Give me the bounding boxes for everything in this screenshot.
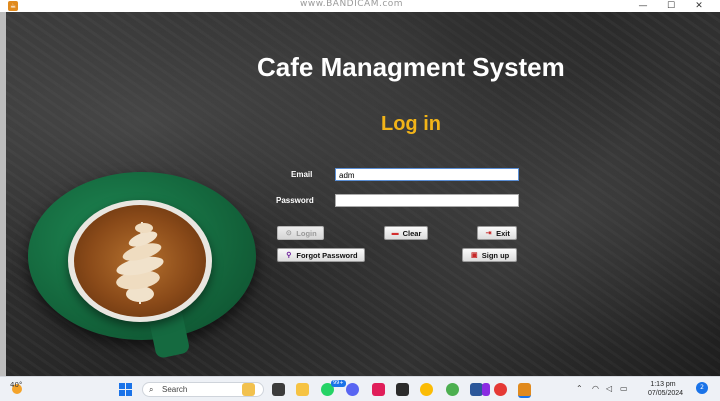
taskbar-time: 1:13 pm	[650, 381, 676, 388]
intellij-icon[interactable]	[482, 383, 490, 396]
notification-badge[interactable]: 2	[696, 382, 708, 394]
app-title: Cafe Managment System	[257, 52, 565, 82]
magnifier-icon: ⚲	[286, 251, 292, 259]
exit-button[interactable]: ⇥ Exit	[477, 226, 517, 240]
whatsapp-badge: 99+	[331, 380, 346, 387]
window-border	[0, 12, 6, 376]
login-button-label: Login	[296, 228, 317, 238]
tray-chevron-icon[interactable]: ⌃	[576, 384, 583, 393]
forgot-password-button[interactable]: ⚲ Forgot Password	[277, 248, 365, 262]
vscode-icon[interactable]	[446, 383, 459, 396]
record-icon[interactable]	[494, 383, 507, 396]
java-app-icon[interactable]	[518, 383, 531, 398]
maximize-button[interactable]: ☐	[658, 0, 684, 12]
task-view-icon[interactable]	[272, 383, 285, 396]
exit-button-label: Exit	[496, 228, 510, 238]
password-field[interactable]	[335, 194, 519, 207]
password-label: Password	[276, 196, 314, 205]
chrome-icon[interactable]	[420, 383, 433, 396]
search-icon: ⌕	[149, 385, 154, 394]
terminal-icon[interactable]	[396, 383, 409, 396]
taskbar: 40° ⌕ Search 99+ ⌃ ◠ ◁ ▭ 1:13 pm 07/05/2…	[0, 376, 720, 401]
search-placeholder: Search	[162, 385, 188, 394]
minimize-button[interactable]: —	[630, 0, 656, 12]
login-button[interactable]: ⊙ Login	[277, 226, 324, 240]
windows-start-icon[interactable]	[119, 383, 132, 396]
latte-art-leaf-icon	[116, 221, 164, 305]
clear-button-label: Clear	[402, 228, 422, 238]
email-field[interactable]: adm	[335, 168, 519, 181]
discord-icon[interactable]	[346, 383, 359, 396]
clear-button[interactable]: ▬ Clear	[384, 226, 428, 240]
weather-temp[interactable]: 40°	[10, 381, 22, 389]
taskbar-date: 07/05/2024	[648, 390, 684, 397]
taskbar-clock[interactable]: 1:13 pm 07/05/2024	[648, 380, 684, 398]
email-label: Email	[291, 170, 313, 179]
file-explorer-icon[interactable]	[296, 383, 309, 396]
login-icon: ⊙	[285, 229, 292, 237]
wifi-icon[interactable]: ◠	[592, 384, 599, 393]
java-cup-icon: ☕	[8, 1, 18, 11]
close-button[interactable]: ✕	[686, 0, 712, 12]
login-heading: Log in	[381, 113, 441, 135]
volume-icon[interactable]: ◁	[606, 384, 612, 393]
battery-icon[interactable]: ▭	[620, 384, 628, 393]
widgets-icon[interactable]	[242, 383, 255, 396]
signup-button[interactable]: ▣ Sign up	[462, 248, 517, 262]
floppy-save-icon: ▣	[470, 251, 478, 259]
recording-watermark: www.BANDICAM.com	[300, 0, 404, 9]
exit-icon: ⇥	[485, 229, 492, 237]
slack-icon[interactable]	[372, 383, 385, 396]
clear-icon: ▬	[391, 229, 399, 237]
forgot-password-label: Forgot Password	[296, 250, 358, 260]
signup-button-label: Sign up	[481, 250, 510, 260]
